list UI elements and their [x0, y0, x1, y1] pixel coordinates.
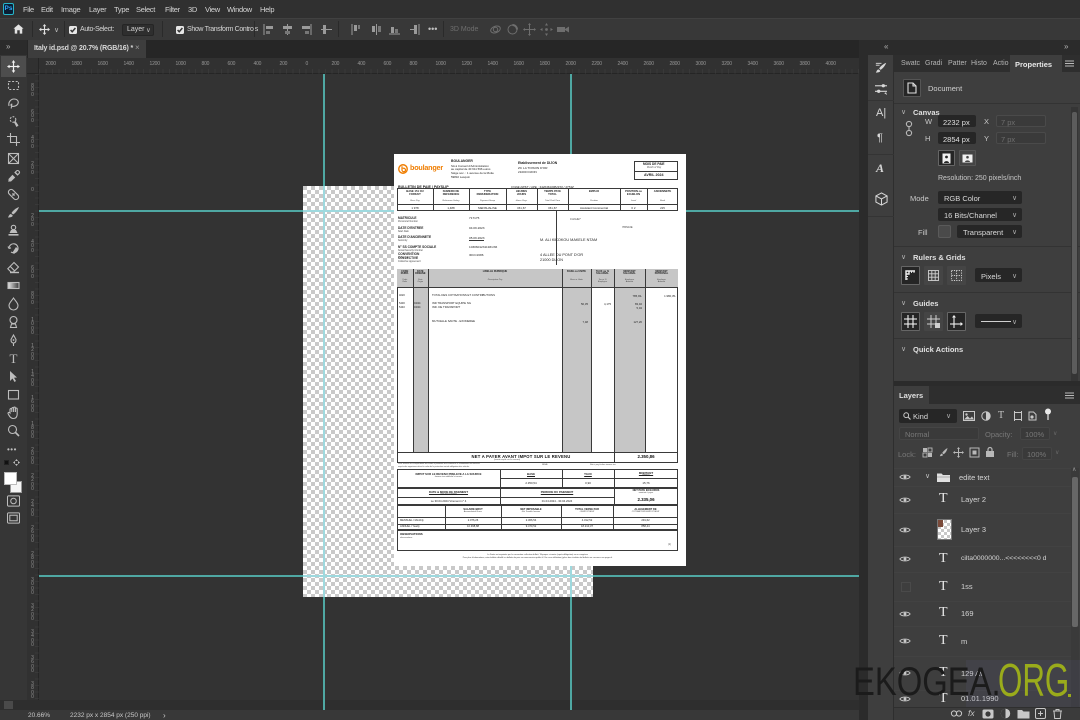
svg-text:T: T — [10, 351, 18, 366]
